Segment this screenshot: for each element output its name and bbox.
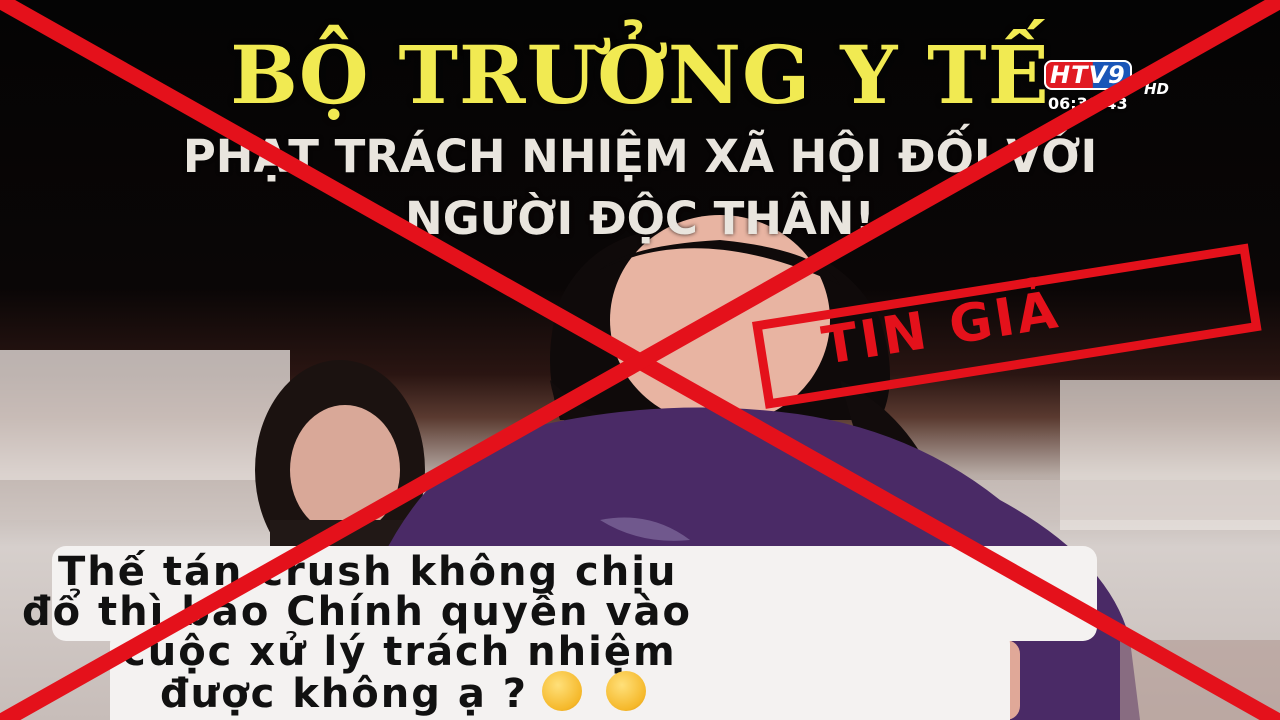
video-frame: BỘ TRƯỞNG Y TẾ PHẠT TRÁCH NHIỆM XÃ HỘI Đ… [0, 0, 1280, 720]
red-cross-mark [0, 0, 1280, 720]
